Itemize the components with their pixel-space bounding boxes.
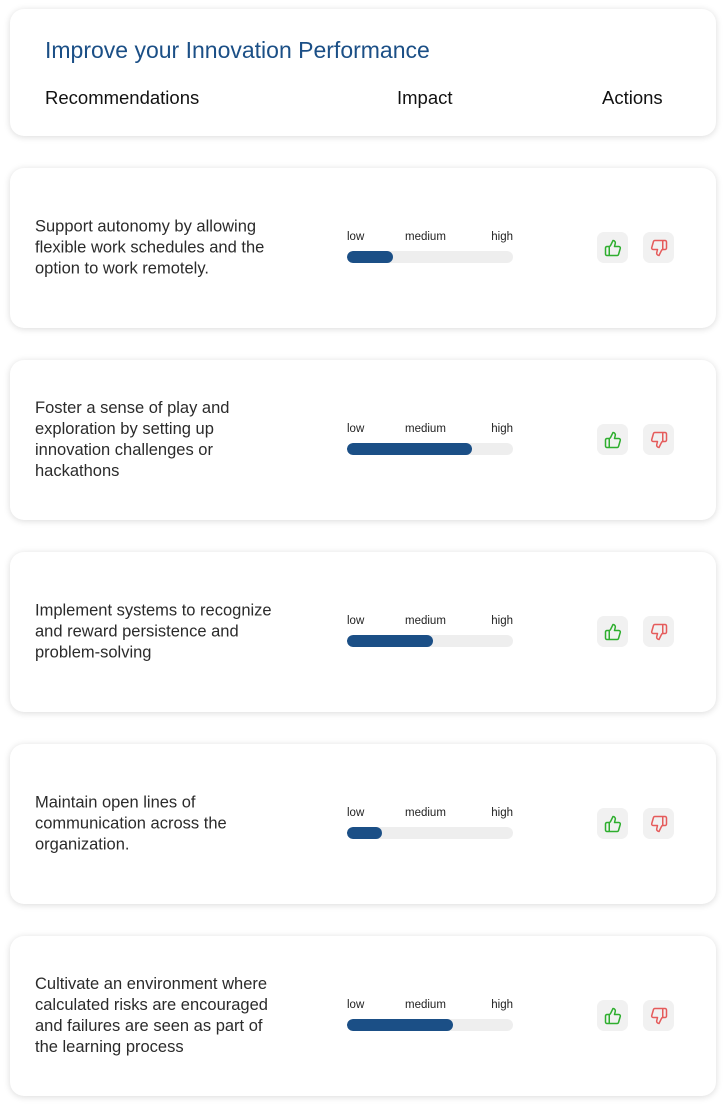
impact-bar-track xyxy=(347,827,513,839)
recommendation-card: Foster a sense of play and exploration b… xyxy=(10,360,716,520)
impact-bar-track xyxy=(347,443,513,455)
impact-label-medium: medium xyxy=(405,999,446,1011)
impact-meter: low medium high xyxy=(347,999,513,1031)
impact-scale-labels: low medium high xyxy=(347,231,513,245)
impact-scale-labels: low medium high xyxy=(347,807,513,821)
recommendation-text: Cultivate an environment where calculate… xyxy=(35,975,268,1056)
column-header-actions: Actions xyxy=(602,87,663,108)
column-header-recommendations: Recommendations xyxy=(45,87,200,108)
impact-meter: low medium high xyxy=(347,807,513,839)
impact-label-low: low xyxy=(347,231,365,243)
column-header-impact: Impact xyxy=(397,87,453,108)
impact-scale-labels: low medium high xyxy=(347,615,513,629)
reject-button[interactable] xyxy=(643,616,674,647)
recommendation-card: Cultivate an environment where calculate… xyxy=(10,936,716,1096)
reject-button[interactable] xyxy=(643,232,674,263)
impact-label-low: low xyxy=(347,999,365,1011)
impact-bar-fill xyxy=(347,1019,454,1031)
reject-button[interactable] xyxy=(643,808,674,839)
reject-button[interactable] xyxy=(643,1000,674,1031)
thumbs-down-icon xyxy=(650,815,667,832)
thumbs-down-icon xyxy=(650,431,667,448)
impact-scale-labels: low medium high xyxy=(347,999,513,1013)
recommendation-text: Support autonomy by allowing flexible wo… xyxy=(35,217,265,278)
recommendation-card: Support autonomy by allowing flexible wo… xyxy=(10,168,716,328)
recommendation-card: Implement systems to recognize and rewar… xyxy=(10,552,716,712)
impact-label-medium: medium xyxy=(405,231,446,243)
impact-bar-track xyxy=(347,1019,513,1031)
impact-label-high: high xyxy=(491,615,513,627)
impact-label-low: low xyxy=(347,423,365,435)
impact-label-medium: medium xyxy=(405,615,446,627)
impact-meter: low medium high xyxy=(347,423,513,455)
thumbs-down-icon xyxy=(650,239,667,256)
page-title: Improve your Innovation Performance xyxy=(45,37,430,63)
impact-bar-track xyxy=(347,251,513,263)
impact-bar-fill xyxy=(347,443,472,455)
thumbs-up-icon xyxy=(604,623,621,640)
impact-label-low: low xyxy=(347,615,365,627)
impact-bar-fill xyxy=(347,635,434,647)
impact-label-high: high xyxy=(491,999,513,1011)
thumbs-up-icon xyxy=(604,239,621,256)
approve-button[interactable] xyxy=(597,616,628,647)
impact-label-high: high xyxy=(491,231,513,243)
impact-label-medium: medium xyxy=(405,807,446,819)
approve-button[interactable] xyxy=(597,232,628,263)
thumbs-up-icon xyxy=(604,1007,621,1024)
recommendation-card: Maintain open lines of communication acr… xyxy=(10,744,716,904)
thumbs-up-icon xyxy=(604,431,621,448)
impact-bar-fill xyxy=(347,251,394,263)
impact-bar-fill xyxy=(347,827,382,839)
impact-label-low: low xyxy=(347,807,365,819)
thumbs-down-icon xyxy=(650,1007,667,1024)
recommendation-text: Implement systems to recognize and rewar… xyxy=(35,601,272,662)
thumbs-down-icon xyxy=(650,623,667,640)
impact-scale-labels: low medium high xyxy=(347,423,513,437)
impact-meter: low medium high xyxy=(347,231,513,263)
reject-button[interactable] xyxy=(643,424,674,455)
impact-meter: low medium high xyxy=(347,615,513,647)
recommendation-text: Foster a sense of play and exploration b… xyxy=(35,399,230,480)
recommendation-text: Maintain open lines of communication acr… xyxy=(35,793,227,854)
approve-button[interactable] xyxy=(597,1000,628,1031)
impact-label-high: high xyxy=(491,807,513,819)
approve-button[interactable] xyxy=(597,808,628,839)
approve-button[interactable] xyxy=(597,424,628,455)
impact-label-high: high xyxy=(491,423,513,435)
thumbs-up-icon xyxy=(604,815,621,832)
impact-bar-track xyxy=(347,635,513,647)
impact-label-medium: medium xyxy=(405,423,446,435)
header-card: Improve your Innovation Performance Reco… xyxy=(10,9,716,136)
